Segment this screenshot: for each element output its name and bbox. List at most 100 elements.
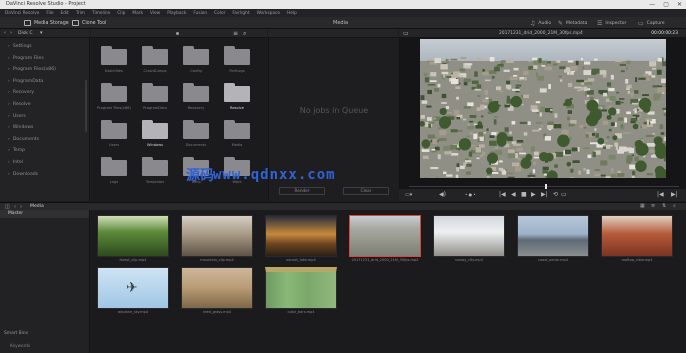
sort-icon[interactable]: ⇅ xyxy=(662,203,666,209)
keywords-bin[interactable]: Keywords xyxy=(10,343,30,348)
folder-icon[interactable] xyxy=(224,83,250,102)
audio-button[interactable]: ♫ Audio xyxy=(530,19,551,27)
menu-item[interactable]: Fusion xyxy=(193,11,207,16)
sidebar-folder-item[interactable]: › Downloads xyxy=(8,172,38,177)
close-icon[interactable]: ✕ xyxy=(677,0,682,9)
folder-icon[interactable] xyxy=(101,46,127,65)
sidebar-folder-item[interactable]: › Recovery xyxy=(8,90,34,95)
play-icon[interactable]: ▶ xyxy=(531,192,536,198)
jog-dots[interactable]: • ● • xyxy=(465,192,476,198)
drive-label[interactable]: Disk C xyxy=(18,31,33,36)
metadata-button[interactable]: ✎ Metadata xyxy=(558,19,587,27)
folder-icon[interactable] xyxy=(101,120,127,139)
viewer-clip-name[interactable]: 20171231_drid_2000_21M_30fps.mp4 xyxy=(499,31,583,36)
menu-item[interactable]: Playback xyxy=(167,11,186,16)
clip-thumbnail[interactable] xyxy=(181,267,253,309)
chevron-right-icon[interactable]: › xyxy=(8,79,10,84)
last-frame-icon[interactable]: ▶| xyxy=(541,192,548,198)
render-button[interactable]: Render xyxy=(279,187,325,195)
sidebar-folder-item[interactable]: › Settings xyxy=(8,44,32,49)
clip-thumbnail[interactable] xyxy=(601,215,673,257)
loop-icon[interactable]: ⟲ xyxy=(553,192,558,198)
playhead[interactable] xyxy=(545,184,547,189)
chevron-right-icon[interactable]: › xyxy=(8,44,10,49)
chevron-right-icon[interactable]: › xyxy=(8,56,10,61)
inspector-button[interactable]: ☰ Inspector xyxy=(597,19,626,27)
clip-thumbnail[interactable] xyxy=(433,215,505,257)
audio-volume-icon[interactable]: ◀) xyxy=(439,192,446,198)
clip-thumbnail[interactable]: ✈ xyxy=(97,267,169,309)
menu-item[interactable]: Timeline xyxy=(92,11,110,16)
menu-item[interactable]: Workspace xyxy=(257,11,281,16)
list-view-icon[interactable]: ≡ xyxy=(233,30,238,37)
clone-tool-button[interactable]: Clone Tool xyxy=(72,19,106,27)
sidebar-folder-item[interactable]: › ProgramData xyxy=(8,79,43,84)
sidebar-folder-item[interactable]: › Program Files(x86) xyxy=(8,67,56,72)
folder-icon[interactable] xyxy=(101,157,127,176)
thumbnail-view-icon[interactable]: ▦ xyxy=(640,203,645,209)
menu-item[interactable]: DaVinci Resolve xyxy=(5,11,39,16)
folder-icon[interactable] xyxy=(224,120,250,139)
prev-clip-icon[interactable]: |◀ xyxy=(657,192,664,198)
menu-item[interactable]: Mark xyxy=(132,11,143,16)
clip-thumbnail[interactable] xyxy=(181,215,253,257)
viewer-menu-icon[interactable]: ▭ xyxy=(403,30,409,37)
chevron-left-icon[interactable]: ‹ xyxy=(4,30,6,36)
sidebar-folder-item[interactable]: › Windows xyxy=(8,125,33,130)
folder-icon[interactable] xyxy=(224,46,250,65)
viewer-layout-icon[interactable]: ▭▾ xyxy=(405,192,412,198)
clip-thumbnail[interactable] xyxy=(517,215,589,257)
scrub-dot[interactable] xyxy=(176,32,179,35)
chevron-right-icon[interactable]: › xyxy=(8,172,10,177)
menu-item[interactable]: Help xyxy=(287,11,297,16)
capture-button[interactable]: ▭ Capture xyxy=(638,19,665,27)
sidebar-folder-item[interactable]: › Users xyxy=(8,114,26,119)
menu-item[interactable]: Fairlight xyxy=(232,11,249,16)
folder-icon[interactable] xyxy=(183,120,209,139)
folder-icon[interactable] xyxy=(101,83,127,102)
menu-item[interactable]: Color xyxy=(214,11,225,16)
menu-item[interactable]: Trim xyxy=(76,11,85,16)
sidebar-scrollbar[interactable] xyxy=(85,80,87,132)
clip-thumbnail[interactable] xyxy=(265,215,337,257)
maximize-icon[interactable]: ▢ xyxy=(663,0,669,9)
folder-icon[interactable] xyxy=(183,46,209,65)
chevron-right-icon[interactable]: › xyxy=(8,90,10,95)
chevron-right-icon[interactable]: › xyxy=(8,125,10,130)
viewer-frame[interactable] xyxy=(420,39,666,178)
sidebar-folder-item[interactable]: › Program Files xyxy=(8,56,44,61)
folder-icon[interactable] xyxy=(142,83,168,102)
menu-item[interactable]: File xyxy=(46,11,53,16)
mark-in-icon[interactable]: ▭ xyxy=(561,192,567,198)
first-frame-icon[interactable]: |◀ xyxy=(499,192,506,198)
sidebar-folder-item[interactable]: › Resolve xyxy=(8,102,31,107)
scrub-track[interactable] xyxy=(409,186,679,187)
sidebar-folder-item[interactable]: › Intel xyxy=(8,160,23,165)
clip-thumbnail[interactable] xyxy=(265,267,337,309)
sidebar-folder-item[interactable]: › Temp xyxy=(8,148,25,153)
minimize-icon[interactable]: — xyxy=(649,0,655,9)
chevron-right-icon[interactable]: › xyxy=(8,137,10,142)
sidebar-folder-item[interactable]: › Documents xyxy=(8,137,39,142)
list-view-icon-2[interactable]: ≡ xyxy=(651,203,655,209)
media-storage-button[interactable]: Media Storage xyxy=(24,19,69,27)
master-bin[interactable]: Master xyxy=(0,210,89,218)
clip-thumbnail[interactable] xyxy=(349,215,421,257)
search-icon-2[interactable]: ⌕ xyxy=(673,203,676,209)
clear-button[interactable]: Clear xyxy=(343,187,389,195)
menu-item[interactable]: Edit xyxy=(61,11,69,16)
folder-icon[interactable] xyxy=(142,157,168,176)
next-clip-icon[interactable]: ▶| xyxy=(671,192,678,198)
chevron-right-icon[interactable]: › xyxy=(8,114,10,119)
chevron-down-icon[interactable]: ▾ xyxy=(40,30,43,36)
search-icon[interactable]: ⌕ xyxy=(243,30,246,38)
chevron-right-icon[interactable]: › xyxy=(8,160,10,165)
chevron-right-icon[interactable]: › xyxy=(10,30,12,36)
chevron-right-icon[interactable]: › xyxy=(8,67,10,72)
stop-icon[interactable]: ■ xyxy=(521,192,527,198)
chevron-right-icon[interactable]: › xyxy=(8,148,10,153)
clip-thumbnail[interactable] xyxy=(97,215,169,257)
folder-icon[interactable] xyxy=(142,120,168,139)
chevron-right-icon[interactable]: › xyxy=(8,102,10,107)
folder-icon[interactable] xyxy=(183,83,209,102)
